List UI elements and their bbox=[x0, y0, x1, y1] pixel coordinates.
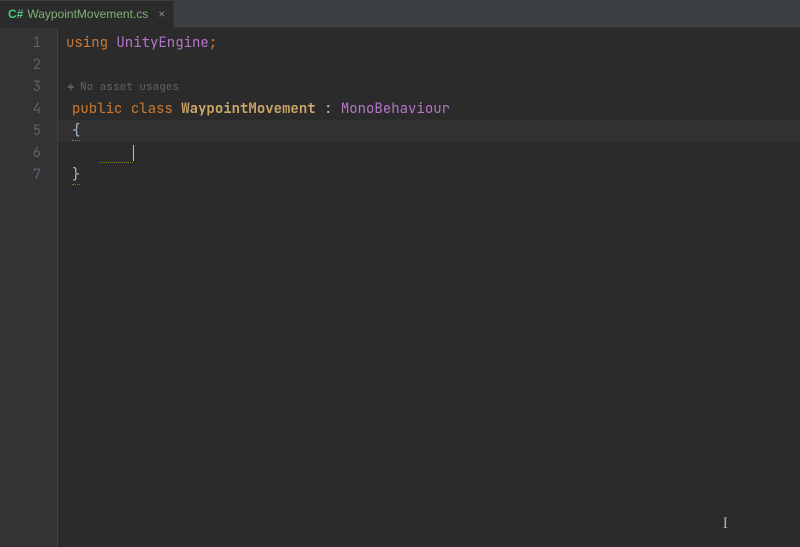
editor[interactable]: 1 2 3 4 5 6 7 using UnityEngine; No asse… bbox=[0, 28, 800, 547]
tab-bar: C# WaypointMovement.cs × bbox=[0, 0, 800, 28]
csharp-icon: C# bbox=[8, 7, 23, 21]
semicolon: ; bbox=[209, 34, 217, 52]
line-number: 6 bbox=[0, 142, 41, 164]
close-icon[interactable]: × bbox=[158, 7, 165, 21]
code-line-1: using UnityEngine; bbox=[66, 32, 800, 54]
class-name: WaypointMovement bbox=[181, 100, 315, 118]
open-brace: { bbox=[72, 122, 80, 141]
code-line-3: public class WaypointMovement : MonoBeha… bbox=[66, 98, 800, 120]
inlay-hint-usages[interactable]: No asset usages bbox=[66, 76, 800, 98]
line-number: 5 bbox=[0, 120, 41, 142]
tab-filename: WaypointMovement.cs bbox=[27, 7, 148, 21]
code-line-7 bbox=[66, 186, 800, 208]
inlay-hint-text: No asset usages bbox=[80, 76, 179, 98]
line-number: 4 bbox=[0, 98, 41, 120]
line-number: 2 bbox=[0, 54, 41, 76]
code-line-5 bbox=[66, 142, 800, 164]
keyword-public: public bbox=[72, 100, 122, 118]
keyword-class: class bbox=[131, 100, 173, 118]
text-caret bbox=[133, 145, 134, 161]
namespace: UnityEngine bbox=[116, 34, 208, 52]
code-line-2 bbox=[66, 54, 800, 76]
code-area[interactable]: using UnityEngine; No asset usages publi… bbox=[58, 28, 800, 547]
gutter: 1 2 3 4 5 6 7 bbox=[0, 28, 58, 547]
close-brace: } bbox=[72, 166, 80, 185]
colon: : bbox=[316, 100, 341, 118]
mouse-cursor-icon: I bbox=[723, 515, 728, 533]
line-number: 7 bbox=[0, 164, 41, 186]
unity-icon bbox=[66, 82, 76, 92]
unused-whitespace-hint bbox=[100, 144, 134, 163]
line-number: 1 bbox=[0, 32, 41, 54]
keyword-using: using bbox=[66, 34, 108, 52]
code-line-6: } bbox=[66, 164, 800, 186]
tab-waypointmovement[interactable]: C# WaypointMovement.cs × bbox=[0, 1, 174, 28]
base-class: MonoBehaviour bbox=[341, 100, 450, 118]
line-number: 3 bbox=[0, 76, 41, 98]
current-line-highlight bbox=[58, 120, 800, 142]
